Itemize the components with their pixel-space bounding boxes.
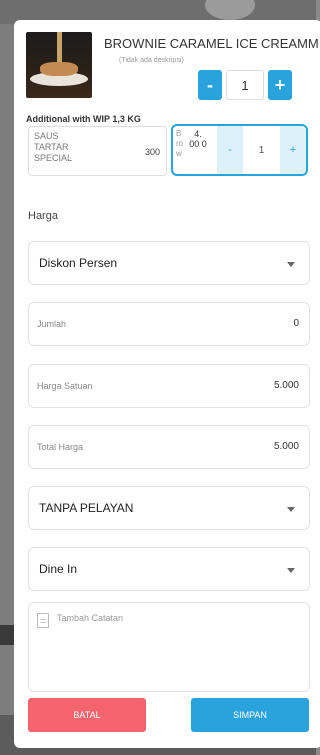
harga-section-label: Harga — [28, 210, 58, 222]
product-header: BROWNIE CARAMEL ICE CREAMM (Tidak ada de… — [26, 32, 320, 124]
jumlah-value: 0 — [293, 318, 299, 329]
total-harga-field[interactable]: Total Harga 5.000 — [28, 425, 310, 469]
addon-quantity-card: B ro w 4. 00 0 - 1 + — [171, 124, 308, 176]
discount-type-value: Diskon Persen — [39, 256, 118, 270]
harga-satuan-value: 5.000 — [273, 380, 299, 391]
addon-increase-button[interactable]: + — [280, 126, 306, 174]
chevron-down-icon — [287, 568, 295, 573]
total-harga-value: 5.000 — [273, 441, 299, 452]
addon-stock-value: 4. 00 0 — [189, 129, 207, 149]
addon-item-price: 300 — [144, 147, 160, 157]
addon-item-card[interactable]: SAUS TARTAR SPECIAL 300 — [28, 126, 167, 176]
product-description: (Tidak ada deskripsi) — [119, 57, 184, 64]
jumlah-field[interactable]: Jumlah 0 — [28, 302, 310, 346]
product-order-modal: BROWNIE CARAMEL ICE CREAMM (Tidak ada de… — [14, 20, 320, 748]
increase-quantity-button[interactable]: + — [268, 70, 292, 100]
product-quantity-stepper: - 1 + — [198, 70, 292, 100]
backdrop-strip-left — [0, 625, 14, 645]
notes-textarea[interactable]: Tambah Catatan — [28, 602, 310, 692]
pelayan-select[interactable]: TANPA PELAYAN — [28, 486, 310, 530]
chevron-down-icon — [287, 262, 295, 267]
quantity-field[interactable]: 1 — [226, 70, 264, 100]
jumlah-placeholder: Jumlah — [37, 319, 67, 329]
chevron-down-icon — [287, 507, 295, 512]
dine-type-value: Dine In — [39, 562, 78, 576]
notes-placeholder: Tambah Catatan — [57, 613, 124, 623]
harga-satuan-field[interactable]: Harga Satuan 5.000 — [28, 364, 310, 408]
product-name: BROWNIE CARAMEL ICE CREAMM — [104, 36, 319, 51]
save-button[interactable]: SIMPAN — [191, 698, 309, 732]
note-icon — [37, 613, 49, 628]
addon-decrease-button[interactable]: - — [217, 126, 243, 174]
addon-section-title: Additional with WIP 1,3 KG — [26, 114, 141, 124]
pelayan-value: TANPA PELAYAN — [39, 501, 134, 515]
discount-type-select[interactable]: Diskon Persen — [28, 241, 310, 285]
addon-item-name: SAUS TARTAR SPECIAL — [34, 131, 73, 163]
total-harga-placeholder: Total Harga — [37, 442, 84, 452]
harga-satuan-placeholder: Harga Satuan — [37, 381, 93, 391]
dine-type-select[interactable]: Dine In — [28, 547, 310, 591]
addon-stock-label: B ro w — [176, 129, 184, 158]
product-image — [26, 32, 92, 98]
cancel-button[interactable]: BATAL — [28, 698, 146, 732]
decrease-quantity-button[interactable]: - — [198, 70, 222, 100]
addon-quantity-value[interactable]: 1 — [243, 126, 280, 174]
